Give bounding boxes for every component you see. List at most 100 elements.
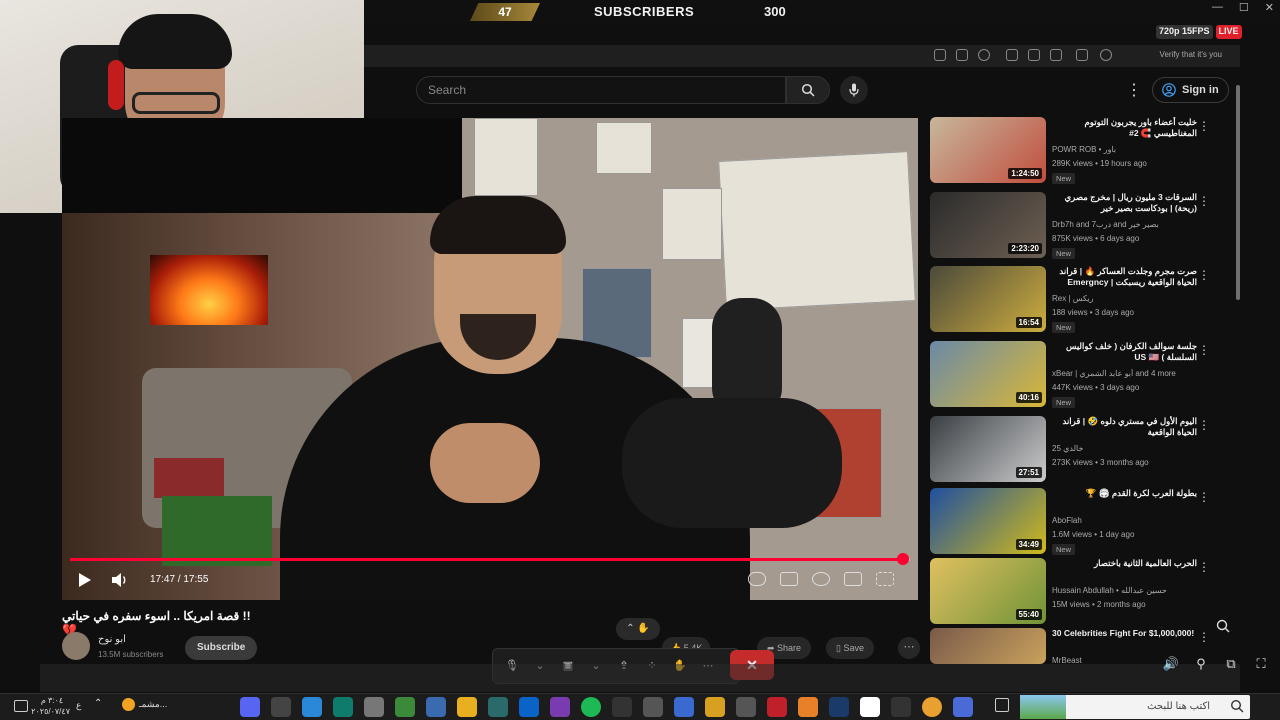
app-icon[interactable] — [426, 697, 446, 717]
recommendation-card[interactable]: 55:40 الحرب العالمية الثانية باختصار Hussa… — [930, 558, 1226, 626]
video-player[interactable] — [62, 118, 918, 600]
scrollbar[interactable] — [1236, 85, 1240, 300]
kebab-menu-icon[interactable]: ⋮ — [1198, 418, 1210, 432]
system-clock[interactable]: ٣:٠٤ م ٢٠٢٥/٠٧/٤٧ — [31, 695, 70, 717]
miniplayer-icon[interactable] — [844, 572, 862, 586]
install-icon[interactable] — [934, 49, 946, 61]
app-icon[interactable] — [891, 697, 911, 717]
stream-resolution: 720p 15FPS — [1156, 25, 1213, 39]
recommendation-title[interactable]: جلسة سوالف الكرفان ( خلف كواليس السلسلة … — [1052, 341, 1197, 363]
download-icon[interactable] — [1050, 49, 1062, 61]
profile-promo[interactable]: Verify that it's you — [1160, 50, 1222, 59]
expand-icon[interactable]: ⛶ — [1252, 656, 1270, 672]
channel-name[interactable]: ابو نوح — [98, 634, 126, 645]
popout-icon[interactable]: ⧉ — [1222, 656, 1240, 672]
recommendation-card[interactable]: 40:16 جلسة سوالف الكرفان ( خلف كواليس الس… — [930, 341, 1226, 409]
video-thumbnail[interactable] — [930, 628, 1046, 664]
app-icon[interactable] — [550, 697, 570, 717]
chevron-up-icon[interactable]: ⌃ — [94, 698, 102, 709]
play-icon[interactable] — [78, 572, 92, 588]
sign-in-button[interactable]: Sign in — [1152, 77, 1229, 103]
weather-widget[interactable]: مشمـ... — [122, 698, 167, 711]
extension-icon[interactable] — [1006, 49, 1018, 61]
kebab-menu-icon[interactable]: ⋮ — [1198, 490, 1210, 504]
app-icon[interactable] — [364, 697, 384, 717]
recommendation-title[interactable]: 30 Celebrities Fight For $1,000,000! — [1052, 628, 1197, 639]
kebab-menu-icon[interactable]: ⋮ — [1198, 560, 1210, 574]
task-view-icon[interactable] — [995, 698, 1009, 712]
maximize-icon[interactable]: ☐ — [1239, 1, 1249, 14]
voice-search-button[interactable] — [840, 76, 868, 104]
discord-icon[interactable] — [240, 697, 260, 717]
save-button[interactable]: ▯ Save — [826, 637, 874, 659]
recommendation-card[interactable]: 2:23:20 السرقات 3 مليون ريال | مخرج مصري … — [930, 192, 1226, 260]
video-thumbnail[interactable]: 2:23:20 — [930, 192, 1046, 258]
close-icon[interactable]: ✕ — [1265, 1, 1274, 14]
search-input[interactable]: Search — [416, 76, 786, 104]
pin-icon[interactable]: ⚲ — [1192, 656, 1210, 672]
settings-menu-icon[interactable]: ⋮ — [1126, 80, 1142, 100]
app-icon[interactable] — [612, 697, 632, 717]
recommendation-title[interactable]: صرت مجرم وجلدت العساكر 🔥 | قراند الحياة … — [1052, 266, 1197, 288]
fullscreen-icon[interactable] — [876, 572, 894, 586]
app-icon[interactable] — [395, 697, 415, 717]
app-icon[interactable] — [705, 697, 725, 717]
avatar[interactable] — [62, 632, 90, 660]
language-indicator[interactable]: ع — [76, 700, 81, 711]
subscribe-button[interactable]: Subscribe — [185, 636, 258, 660]
outlook-icon[interactable] — [519, 697, 539, 717]
folder-icon[interactable] — [457, 697, 477, 717]
kebab-menu-icon[interactable]: ⋮ — [1198, 630, 1210, 644]
recommendation-card[interactable]: 16:54 صرت مجرم وجلدت العساكر 🔥 | قراند ال… — [930, 266, 1226, 334]
app-icon[interactable] — [488, 697, 508, 717]
recommendation-card[interactable]: 27:51 اليوم الأول في مستري دلوه 🤣 | قراند… — [930, 416, 1226, 484]
taskbar-search-input[interactable]: اكتب هنا للبحث — [1020, 695, 1250, 719]
speaker-icon[interactable]: 🔊 — [1162, 656, 1180, 672]
tabs-icon[interactable] — [1076, 49, 1088, 61]
video-thumbnail[interactable]: 55:40 — [930, 558, 1046, 624]
recommendation-card[interactable]: 34:49 بطولة العرب لكرة القدم 🏟 🏆 AboFlah 1.… — [930, 488, 1226, 556]
zoom-icon[interactable] — [956, 49, 968, 61]
recommendation-title[interactable]: بطولة العرب لكرة القدم 🏟 🏆 — [1052, 488, 1197, 499]
app-icon[interactable] — [271, 697, 291, 717]
chrome-icon[interactable] — [922, 697, 942, 717]
star-icon[interactable] — [978, 49, 990, 61]
kebab-menu-icon[interactable]: ⋮ — [1198, 194, 1210, 208]
recommendation-title[interactable]: خليت أعضاء باور يجربون التوتوم المغناطيس… — [1052, 117, 1197, 139]
app-icon[interactable] — [736, 697, 756, 717]
magnify-icon[interactable] — [1215, 618, 1231, 634]
recommendation-title[interactable]: الحرب العالمية الثانية باختصار — [1052, 558, 1197, 569]
app-icon[interactable] — [643, 697, 663, 717]
autoplay-toggle-icon[interactable] — [748, 572, 766, 586]
puzzle-icon[interactable] — [1028, 49, 1040, 61]
search-button[interactable] — [786, 76, 830, 104]
mail-icon[interactable] — [302, 697, 322, 717]
app-icon[interactable] — [767, 697, 787, 717]
recommendation-title[interactable]: اليوم الأول في مستري دلوه 🤣 | قراند الحي… — [1052, 416, 1197, 438]
app-icon[interactable] — [953, 697, 973, 717]
meeting-collapse-button[interactable]: ⌃ ✋ — [616, 618, 660, 640]
kebab-menu-icon[interactable]: ⋮ — [1198, 119, 1210, 133]
app-icon[interactable] — [860, 697, 880, 717]
recommendation-title[interactable]: السرقات 3 مليون ريال | مخرج مصري (ريحة) … — [1052, 192, 1197, 214]
profile-icon[interactable] — [1100, 49, 1112, 61]
spotify-icon[interactable] — [581, 697, 601, 717]
video-thumbnail[interactable]: 27:51 — [930, 416, 1046, 482]
steam-icon[interactable] — [829, 697, 849, 717]
app-icon[interactable] — [798, 697, 818, 717]
volume-icon[interactable] — [111, 572, 129, 588]
settings-gear-icon[interactable] — [812, 572, 830, 586]
kebab-menu-icon[interactable]: ⋮ — [1198, 343, 1210, 357]
edge-icon[interactable] — [333, 697, 353, 717]
video-thumbnail[interactable]: 40:16 — [930, 341, 1046, 407]
notification-icon[interactable] — [14, 700, 28, 712]
more-actions-icon[interactable]: ⋯ — [898, 637, 920, 659]
video-thumbnail[interactable]: 1:24:50 — [930, 117, 1046, 183]
app-icon[interactable] — [674, 697, 694, 717]
captions-icon[interactable] — [780, 572, 798, 586]
kebab-menu-icon[interactable]: ⋮ — [1198, 268, 1210, 282]
minimize-icon[interactable]: — — [1212, 1, 1223, 14]
video-thumbnail[interactable]: 34:49 — [930, 488, 1046, 554]
recommendation-card[interactable]: 1:24:50 خليت أعضاء باور يجربون التوتوم ال… — [930, 117, 1226, 185]
video-thumbnail[interactable]: 16:54 — [930, 266, 1046, 332]
